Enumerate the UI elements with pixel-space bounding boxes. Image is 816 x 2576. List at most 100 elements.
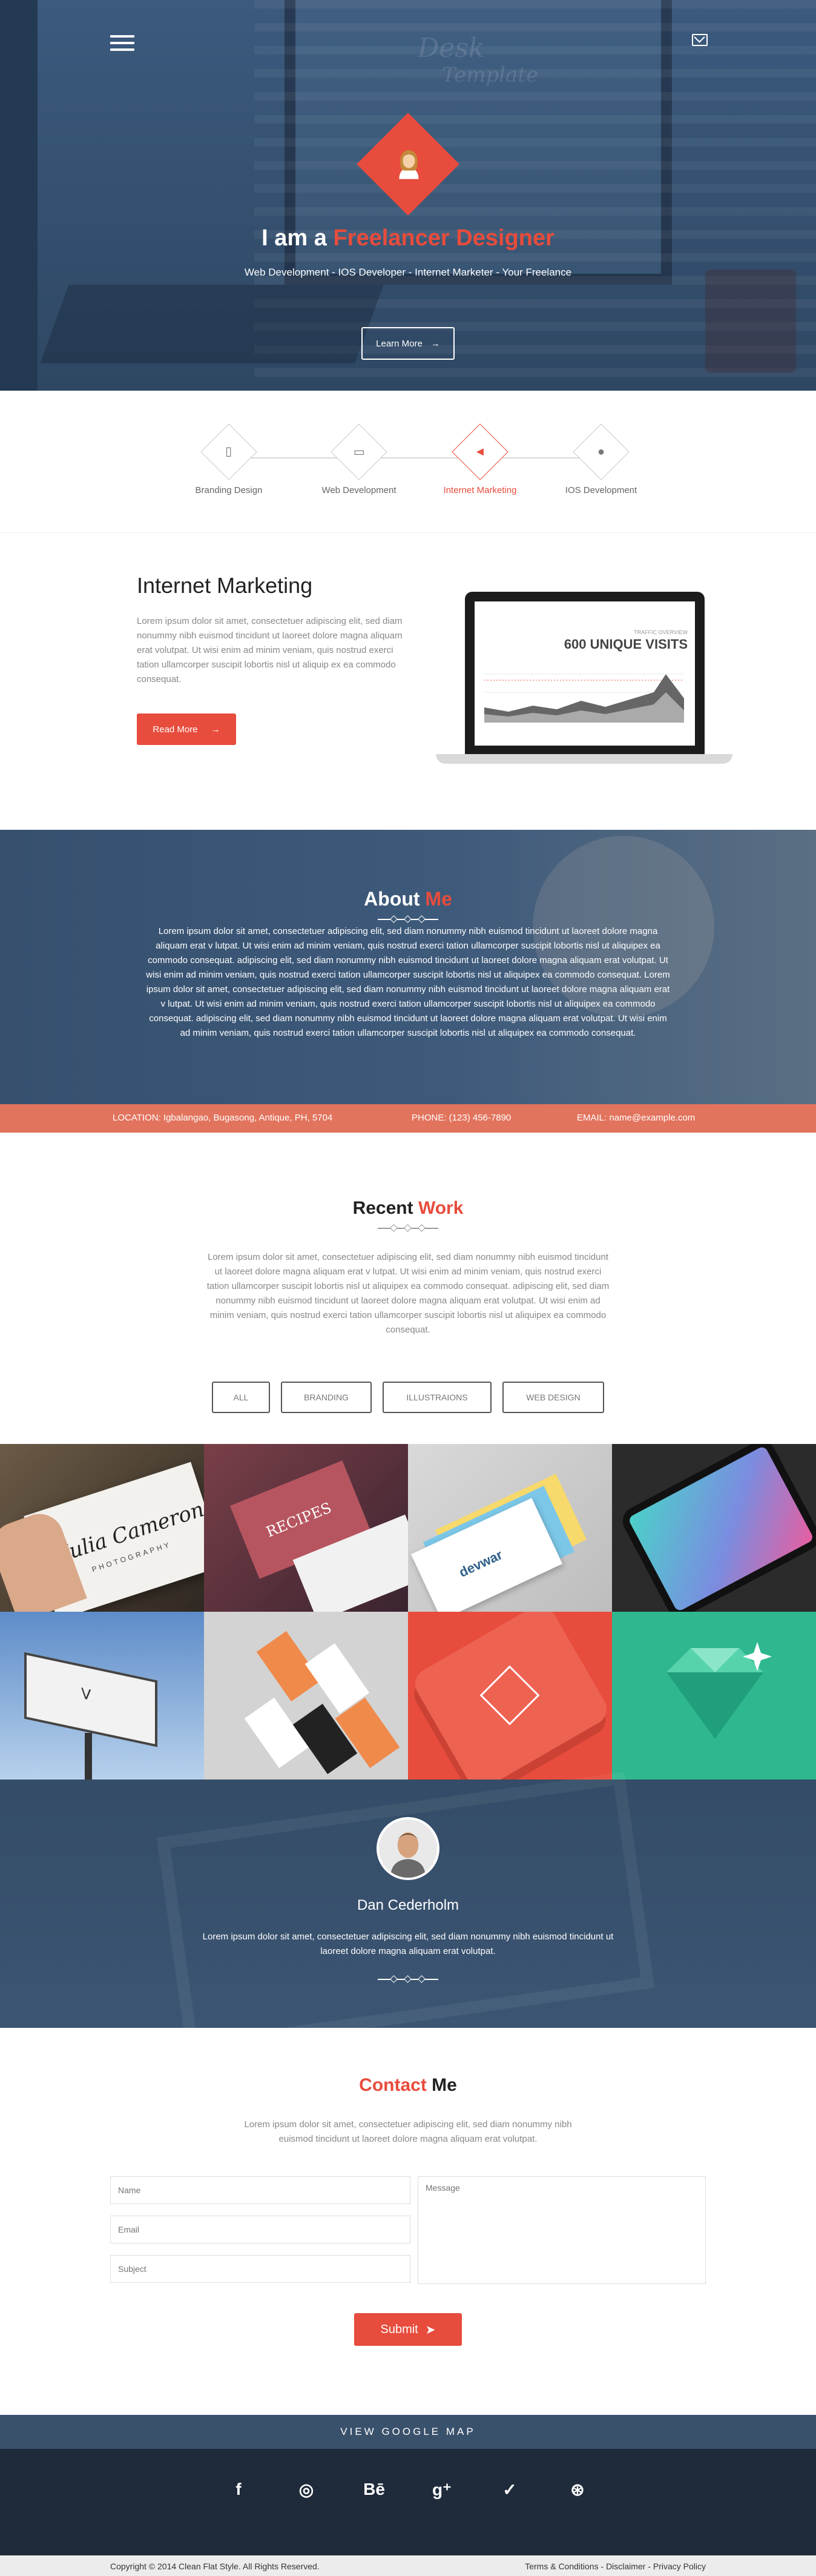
about-title: About Me xyxy=(0,888,816,910)
internet-marketing-title: Internet Marketing xyxy=(137,573,313,598)
hero-watermark: Desk Template xyxy=(418,35,539,88)
envelope-icon[interactable] xyxy=(692,34,708,46)
bird-icon: ᐯ xyxy=(81,1685,91,1704)
laptop-base xyxy=(436,754,732,764)
service-label: IOS Development xyxy=(565,485,637,495)
traffic-area-graph xyxy=(484,674,684,723)
filter-branding-button[interactable]: BRANDING xyxy=(281,1382,372,1413)
man-avatar-icon xyxy=(379,1819,437,1878)
hero-section: Desk Template I am a Freelancer Designer… xyxy=(0,0,816,391)
portfolio-item-billboard[interactable]: ᐯ xyxy=(0,1612,204,1780)
contact-title-accent: Contact xyxy=(359,2075,432,2095)
terms-link[interactable]: Terms & Conditions xyxy=(525,2561,598,2571)
hero-subtitle: Web Development - IOS Developer - Intern… xyxy=(244,267,572,278)
instagram-icon[interactable]: ◎ xyxy=(294,2477,318,2502)
hero-title: I am a Freelancer Designer xyxy=(0,225,816,251)
testimonial-text: Lorem ipsum dolor sit amet, consectetuer… xyxy=(202,1932,614,1956)
services-section: ▯ Branding Design ▭ Web Development ◄ In… xyxy=(0,391,816,533)
contact-title-suffix: Me xyxy=(432,2075,457,2095)
name-field[interactable] xyxy=(110,2176,410,2204)
service-label: Web Development xyxy=(321,485,396,495)
location-info: LOCATION: Igbalangao, Bugasong, Antique,… xyxy=(113,1113,333,1123)
monitor-icon: ▭ xyxy=(353,445,365,459)
portfolio-item-tags[interactable] xyxy=(204,1612,408,1780)
portfolio-item-diamond[interactable] xyxy=(612,1612,816,1780)
disclaimer-link[interactable]: Disclaimer xyxy=(606,2561,645,2571)
service-internet-marketing[interactable]: ◄ Internet Marketing xyxy=(420,423,541,495)
about-text: Lorem ipsum dolor sit amet, consectetuer… xyxy=(146,926,670,1038)
portfolio-item-devwar-cards[interactable]: devwar xyxy=(408,1444,612,1612)
service-icon-frame: ● xyxy=(573,423,630,480)
hero-bg-pillar xyxy=(0,0,38,391)
arrow-right-icon: → xyxy=(211,724,220,735)
recent-work-title-prefix: Recent xyxy=(352,1198,418,1218)
behance-icon[interactable]: Bē xyxy=(362,2477,386,2502)
laptop-illustration: TRAFFIC OVERVIEW 600 UNIQUE VISITS xyxy=(436,592,732,764)
devwar-card-label: devwar xyxy=(456,1547,505,1580)
paper-plane-icon: ➤ xyxy=(425,2323,436,2337)
privacy-link[interactable]: Privacy Policy xyxy=(653,2561,706,2571)
internet-marketing-section: Internet Marketing Lorem ipsum dolor sit… xyxy=(0,533,816,830)
learn-more-button[interactable]: Learn More → xyxy=(361,327,455,360)
testimonial-divider-ornament xyxy=(378,1975,438,1983)
phone-screen xyxy=(627,1445,815,1612)
hamburger-icon[interactable] xyxy=(110,35,134,52)
learn-more-label: Learn More xyxy=(376,338,423,349)
service-web-development[interactable]: ▭ Web Development xyxy=(298,423,420,495)
internet-marketing-text: Lorem ipsum dolor sit amet, consectetuer… xyxy=(137,616,403,684)
mobile-icon: ▯ xyxy=(225,445,232,459)
phone-info: PHONE: (123) 456-7890 xyxy=(412,1113,512,1123)
filter-all-button[interactable]: ALL xyxy=(212,1382,270,1413)
testimonial-avatar xyxy=(377,1817,439,1880)
traffic-overview-label: TRAFFIC OVERVIEW xyxy=(634,629,688,635)
about-title-accent: Me xyxy=(425,888,452,910)
service-branding-design[interactable]: ▯ Branding Design xyxy=(168,423,289,495)
service-icon-frame: ▭ xyxy=(331,423,387,480)
email-info[interactable]: EMAIL: name@example.com xyxy=(577,1113,695,1123)
recent-work-title-accent: Work xyxy=(418,1198,464,1218)
portfolio-item-red-device[interactable] xyxy=(408,1612,612,1780)
laptop-screen: TRAFFIC OVERVIEW 600 UNIQUE VISITS xyxy=(465,592,705,755)
service-ios-development[interactable]: ● IOS Development xyxy=(541,423,662,495)
about-title-prefix: About xyxy=(364,888,426,910)
diamond-icon xyxy=(666,1642,772,1739)
twitter-icon[interactable]: ✓ xyxy=(498,2477,522,2502)
service-icon-frame: ▯ xyxy=(200,423,257,480)
testimonial-name: Dan Cederholm xyxy=(357,1897,459,1913)
facebook-icon[interactable]: f xyxy=(226,2477,251,2502)
filter-illustrations-button[interactable]: ILLUSTRAIONS xyxy=(383,1382,492,1413)
subject-field[interactable] xyxy=(110,2255,410,2283)
google-plus-icon[interactable]: g⁺ xyxy=(430,2477,454,2502)
unique-visits-value: 600 UNIQUE VISITS xyxy=(564,637,688,652)
submit-button[interactable]: Submit ➤ xyxy=(354,2313,462,2346)
read-more-label: Read More xyxy=(153,724,198,735)
hero-title-accent: Freelancer Designer xyxy=(333,225,554,251)
arrow-right-icon: → xyxy=(430,338,440,349)
hero-watermark-line2: Template xyxy=(442,63,539,87)
email-field[interactable] xyxy=(110,2216,410,2243)
apple-icon: ● xyxy=(597,445,605,459)
hero-title-prefix: I am a xyxy=(262,225,334,251)
portfolio-item-business-card[interactable]: Julia Cameron PHOTOGRAPHY xyxy=(0,1444,204,1612)
hero-bg-keyboard xyxy=(40,285,384,363)
woman-avatar-icon xyxy=(399,150,419,179)
hero-watermark-line1: Desk xyxy=(418,33,485,64)
contact-text: Lorem ipsum dolor sit amet, consectetuer… xyxy=(244,2119,572,2144)
dribbble-icon[interactable]: ⊛ xyxy=(565,2477,590,2502)
social-links: f ◎ Bē g⁺ ✓ ⊛ xyxy=(0,2477,816,2502)
about-section: About Me Lorem ipsum dolor sit amet, con… xyxy=(0,830,816,1133)
portfolio-item-recipes[interactable]: RECIPES xyxy=(204,1444,408,1612)
message-field[interactable] xyxy=(418,2176,706,2284)
filter-web-design-button[interactable]: WEB DESIGN xyxy=(502,1382,604,1413)
view-google-map-button[interactable]: VIEW GOOGLE MAP xyxy=(0,2415,816,2449)
copyright-text: Copyright © 2014 Clean Flat Style. All R… xyxy=(110,2561,320,2571)
footer-links: Terms & Conditions - Disclaimer - Privac… xyxy=(525,2561,706,2571)
portfolio-item-mobile-app[interactable] xyxy=(612,1444,816,1612)
hero-bg-mug xyxy=(705,270,796,372)
read-more-button[interactable]: Read More → xyxy=(137,714,236,745)
contact-info-bar: LOCATION: Igbalangao, Bugasong, Antique,… xyxy=(0,1104,816,1133)
recent-work-title: Recent Work xyxy=(0,1198,816,1219)
laptop-screen-content: TRAFFIC OVERVIEW 600 UNIQUE VISITS xyxy=(475,601,695,746)
service-label: Internet Marketing xyxy=(443,485,517,495)
submit-label: Submit xyxy=(380,2322,418,2336)
